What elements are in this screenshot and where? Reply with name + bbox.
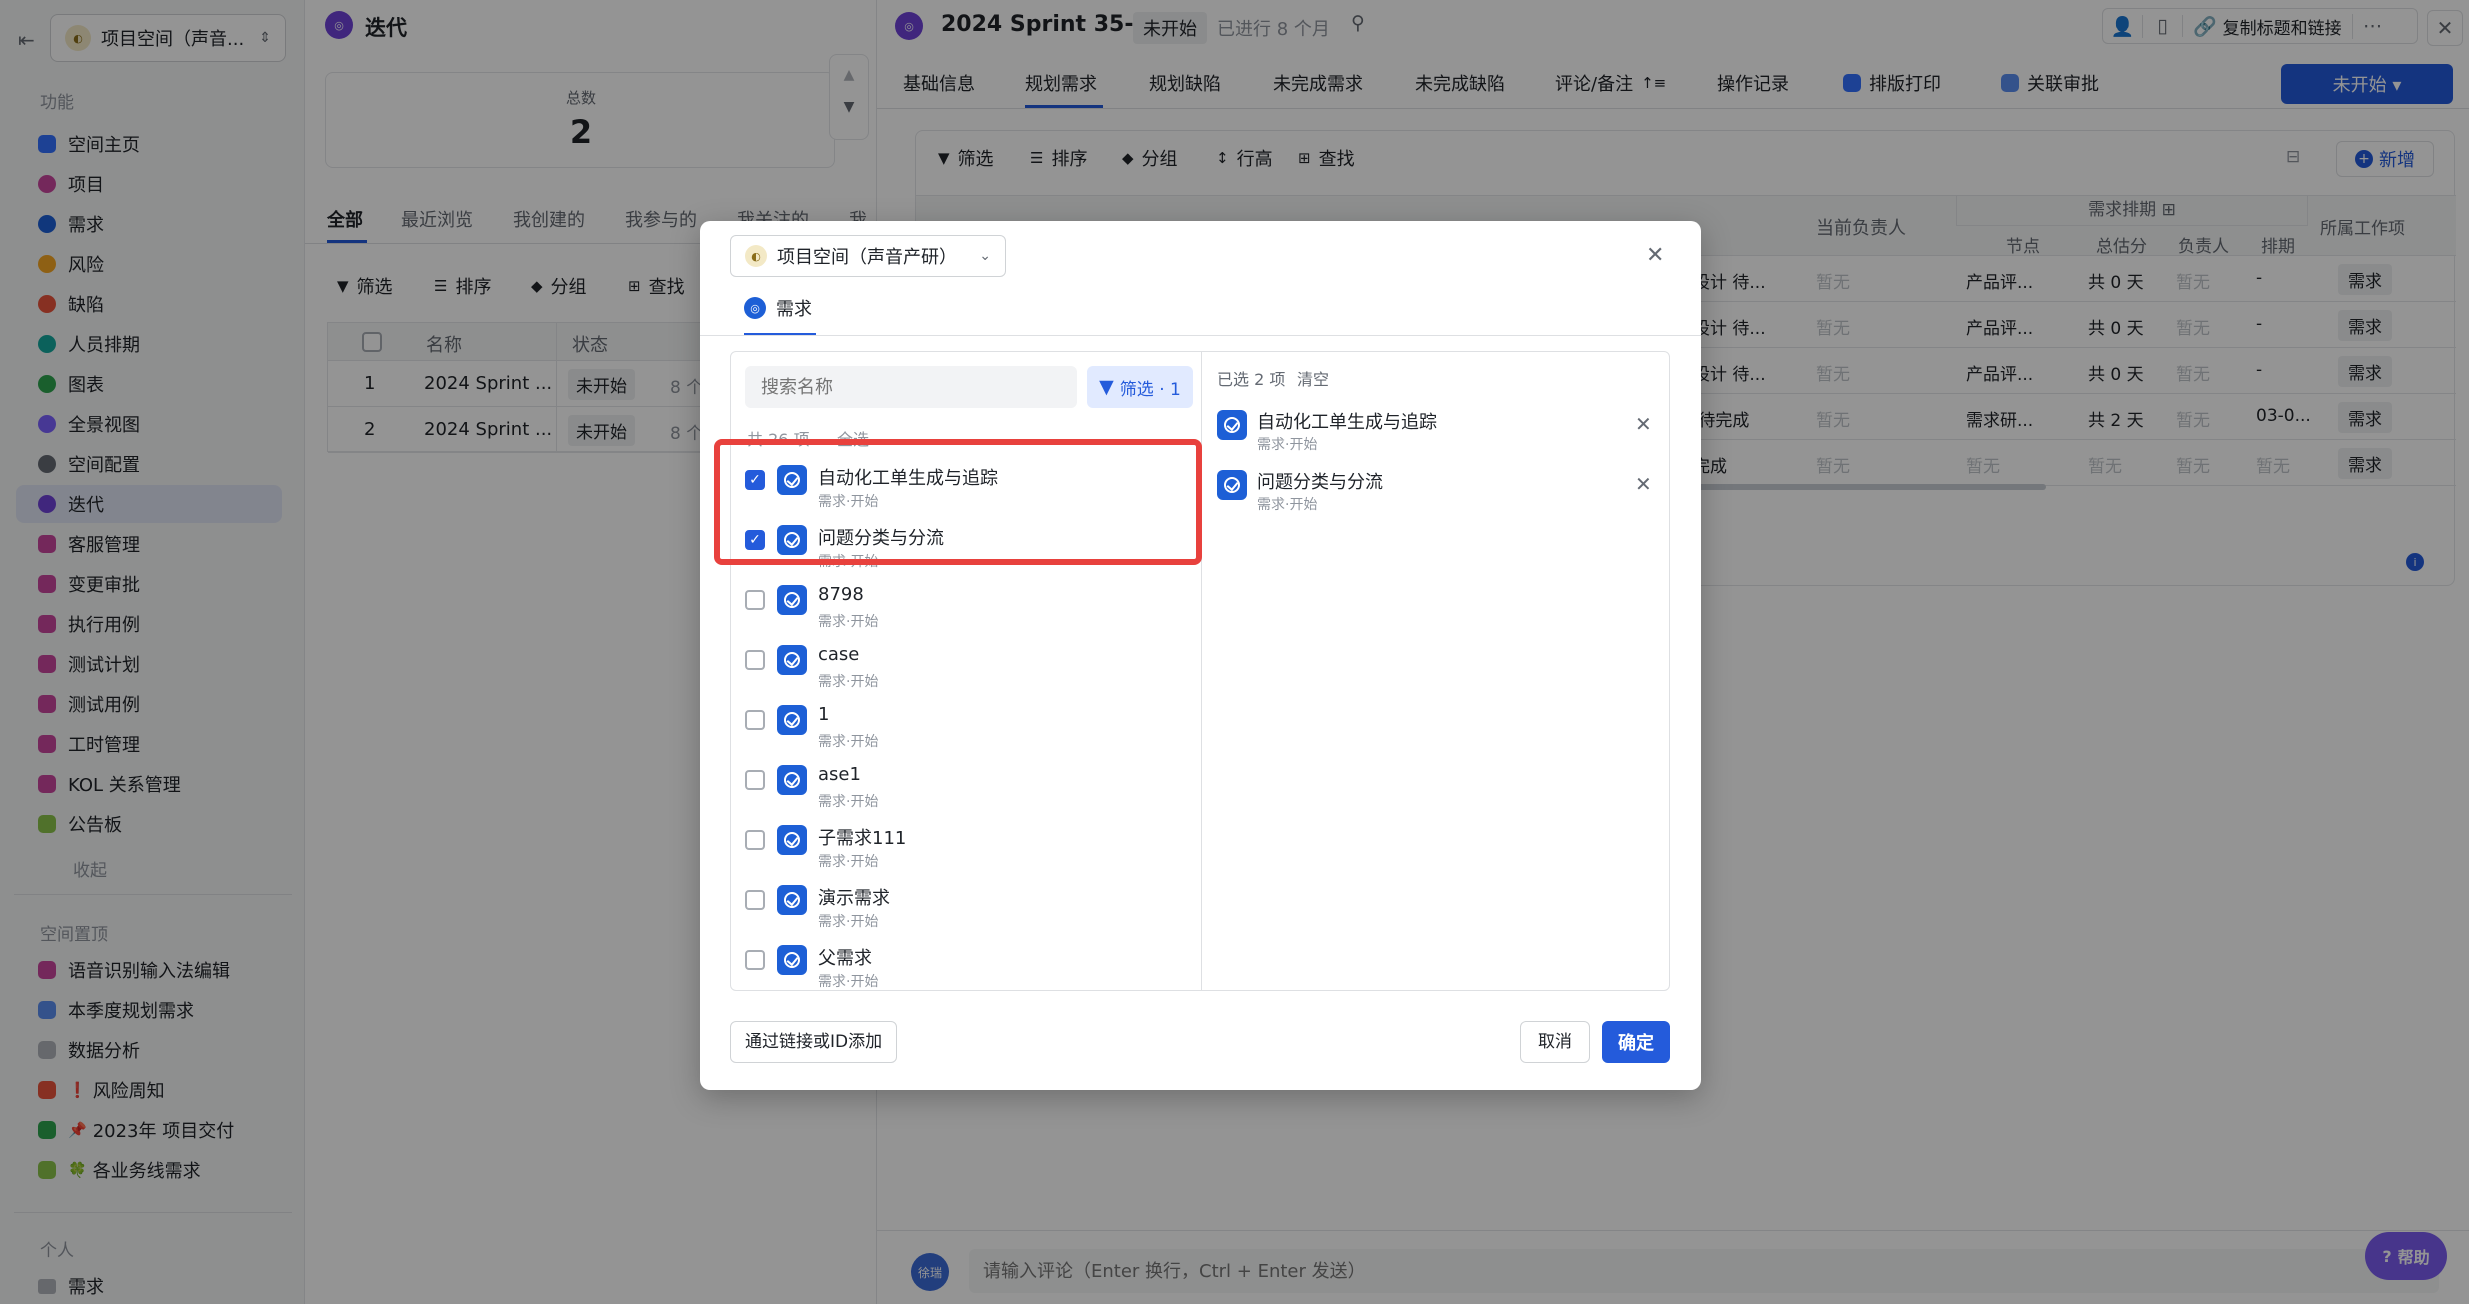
list-item[interactable]: case 需求·开始 xyxy=(731,644,1201,704)
requirement-icon xyxy=(777,525,807,555)
list-item[interactable]: 演示需求需求·开始 xyxy=(731,884,1201,944)
chevron-down-icon: ⌄ xyxy=(979,248,991,264)
requirement-icon xyxy=(777,885,807,915)
item-checkbox[interactable] xyxy=(745,650,765,670)
search-input[interactable] xyxy=(745,366,1077,408)
item-subtitle: 需求·开始 xyxy=(818,974,879,990)
selected-subtitle: 需求·开始 xyxy=(1257,497,1318,513)
item-checkbox[interactable] xyxy=(745,710,765,730)
item-checkbox[interactable] xyxy=(745,830,765,850)
item-title: 8798 xyxy=(818,584,864,605)
item-checkbox[interactable] xyxy=(745,950,765,970)
close-icon[interactable]: ✕ xyxy=(1646,243,1664,268)
requirement-icon xyxy=(777,705,807,735)
space-name: 项目空间（声音产研） xyxy=(777,247,957,268)
filter-button[interactable]: ▼ 筛选 · 1 xyxy=(1087,366,1193,408)
space-logo-icon: ◐ xyxy=(745,245,767,267)
list-item[interactable]: 1 需求·开始 xyxy=(731,704,1201,764)
link-add-button[interactable]: 通过链接或ID添加 xyxy=(730,1021,898,1063)
item-title: 1 xyxy=(818,704,830,725)
item-title: 父需求 xyxy=(818,948,872,969)
item-subtitle: 需求·开始 xyxy=(818,914,879,930)
list-item[interactable]: 8798 需求·开始 xyxy=(731,584,1201,644)
item-subtitle: 需求·开始 xyxy=(818,494,879,510)
filter-icon: ▼ xyxy=(1099,376,1114,398)
remove-icon[interactable]: ✕ xyxy=(1635,472,1652,496)
item-title: 自动化工单生成与追踪 xyxy=(818,468,998,489)
requirement-icon: ◎ xyxy=(744,297,766,319)
selected-item: 自动化工单生成与追踪需求·开始 ✕ xyxy=(1217,410,1657,470)
item-checkbox[interactable]: ✓ xyxy=(745,470,765,490)
item-subtitle: 需求·开始 xyxy=(818,854,879,870)
selected-subtitle: 需求·开始 xyxy=(1257,437,1318,453)
space-dropdown[interactable]: ◐ 项目空间（声音产研） ⌄ xyxy=(730,235,1006,277)
list-item[interactable]: 父需求需求·开始 xyxy=(731,944,1201,990)
requirement-icon xyxy=(1217,410,1247,440)
picker-box: ▼ 筛选 · 1 共 26 项 全选 ✓自动化工单生成与追踪需求·开始✓问题分类… xyxy=(730,351,1670,991)
requirement-icon xyxy=(777,645,807,675)
requirement-icon xyxy=(777,585,807,615)
item-checkbox[interactable]: ✓ xyxy=(745,530,765,550)
tab-label: 需求 xyxy=(776,299,812,320)
confirm-button[interactable]: 确定 xyxy=(1602,1021,1670,1063)
item-subtitle: 需求·开始 xyxy=(818,794,879,810)
item-title: ase1 xyxy=(818,764,861,785)
item-checkbox[interactable] xyxy=(745,770,765,790)
list-item[interactable]: ase1 需求·开始 xyxy=(731,764,1201,824)
requirement-icon xyxy=(1217,470,1247,500)
cancel-button[interactable]: 取消 xyxy=(1520,1021,1590,1063)
selected-title: 自动化工单生成与追踪 xyxy=(1257,412,1437,433)
requirement-icon xyxy=(777,765,807,795)
item-subtitle: 需求·开始 xyxy=(818,734,879,750)
tab-requirement[interactable]: ◎ 需求 xyxy=(744,295,812,321)
item-checkbox[interactable] xyxy=(745,590,765,610)
left-list: ✓ 自动化工单生成与追踪 需求·开始 ✓ 问题分类与分流 需求·开始 8798 需求·开始 ca… xyxy=(731,446,1201,990)
requirement-icon xyxy=(777,465,807,495)
item-subtitle: 需求·开始 xyxy=(818,614,879,630)
selected-item: 问题分类与分流需求·开始 ✕ xyxy=(1217,470,1657,530)
requirement-icon xyxy=(777,945,807,975)
filter-label: 筛选 · 1 xyxy=(1119,379,1181,400)
list-divider xyxy=(1201,352,1202,990)
divider xyxy=(700,335,1701,336)
clear-link[interactable]: 清空 xyxy=(1297,366,1329,390)
item-checkbox[interactable] xyxy=(745,890,765,910)
selected-title: 问题分类与分流 xyxy=(1257,472,1383,493)
item-title: case xyxy=(818,644,860,665)
item-title: 问题分类与分流 xyxy=(818,528,944,549)
list-item[interactable]: ✓ 自动化工单生成与追踪需求·开始 xyxy=(731,464,1201,524)
list-item[interactable]: 子需求111 需求·开始 xyxy=(731,824,1201,884)
item-title: 演示需求 xyxy=(818,888,890,909)
list-item[interactable]: ✓ 问题分类与分流需求·开始 xyxy=(731,524,1201,584)
add-requirement-modal: ◐ 项目空间（声音产研） ⌄ ✕ ◎ 需求 ▼ 筛选 · 1 共 26 项 全选… xyxy=(700,221,1701,1090)
item-subtitle: 需求·开始 xyxy=(818,554,879,570)
remove-icon[interactable]: ✕ xyxy=(1635,412,1652,436)
item-title: 子需求111 xyxy=(818,828,907,849)
requirement-icon xyxy=(777,825,807,855)
selected-count: 已选 2 项 xyxy=(1217,370,1286,389)
item-subtitle: 需求·开始 xyxy=(818,674,879,690)
